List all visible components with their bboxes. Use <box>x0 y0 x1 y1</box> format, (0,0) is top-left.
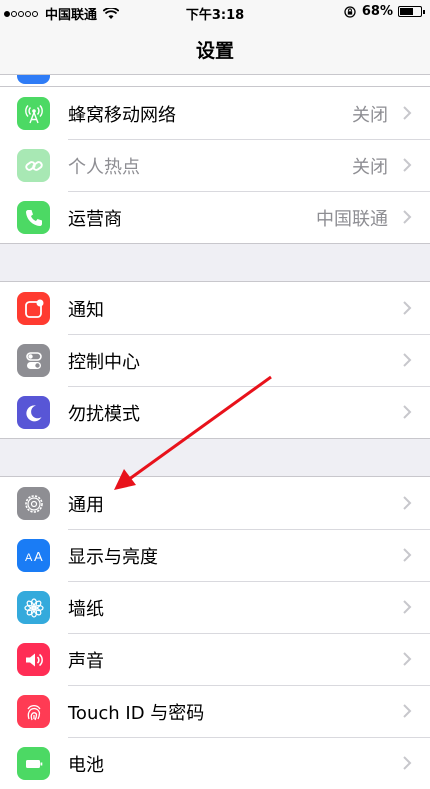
settings-row-carrier[interactable]: 运营商 中国联通 <box>0 191 430 243</box>
chevron-right-icon <box>403 496 412 510</box>
status-bar: 中国联通 下午3:18 68% <box>0 0 430 24</box>
settings-row-label: Touch ID 与密码 <box>68 703 205 724</box>
chevron-right-icon <box>403 405 412 419</box>
settings-row-notifications[interactable]: 通知 <box>0 282 430 334</box>
settings-row-value: 关闭 <box>352 157 388 178</box>
chevron-right-icon <box>403 210 412 224</box>
general-group: 通用 AA 显示与亮度 墙纸 声音 Touch ID 与密码 电池 <box>0 476 430 789</box>
settings-row-label: 通知 <box>68 300 104 321</box>
moon-icon <box>17 396 50 429</box>
settings-row-label: 电池 <box>68 755 104 776</box>
chevron-right-icon <box>403 106 412 120</box>
notification-icon <box>17 292 50 325</box>
settings-row-label: 显示与亮度 <box>68 547 158 568</box>
text-size-icon: AA <box>17 539 50 572</box>
settings-row-battery[interactable]: 电池 <box>0 737 430 789</box>
bluetooth-icon <box>17 75 50 84</box>
settings-row-hotspot[interactable]: 个人热点 关闭 <box>0 139 430 191</box>
network-group: 蜂窝移动网络 关闭 个人热点 关闭 运营商 中国联通 <box>0 86 430 244</box>
svg-text:A: A <box>25 552 33 564</box>
settings-row-label: 运营商 <box>68 209 122 230</box>
settings-row-value: 中国联通 <box>316 209 388 230</box>
flower-icon <box>17 591 50 624</box>
chevron-right-icon <box>403 652 412 666</box>
settings-row-touch-id[interactable]: Touch ID 与密码 <box>0 685 430 737</box>
battery-percent: 68% <box>361 4 393 19</box>
settings-row-control-center[interactable]: 控制中心 <box>0 334 430 386</box>
settings-row-general[interactable]: 通用 <box>0 477 430 529</box>
settings-row-label: 蜂窝移动网络 <box>68 105 176 126</box>
hotspot-chain-icon <box>17 149 50 182</box>
chevron-right-icon <box>403 704 412 718</box>
settings-row-label: 墙纸 <box>68 599 104 620</box>
chevron-right-icon <box>403 756 412 770</box>
settings-row-do-not-disturb[interactable]: 勿扰模式 <box>0 386 430 438</box>
gear-icon <box>17 487 50 520</box>
toggle-switches-icon <box>17 344 50 377</box>
fingerprint-icon <box>17 695 50 728</box>
svg-text:A: A <box>34 549 43 564</box>
settings-row-label: 勿扰模式 <box>68 404 140 425</box>
chevron-right-icon <box>403 548 412 562</box>
chevron-right-icon <box>403 301 412 315</box>
phone-icon <box>17 201 50 234</box>
settings-row-label: 个人热点 <box>68 157 140 178</box>
status-right: 68% <box>344 4 425 19</box>
settings-row-wallpaper[interactable]: 墙纸 <box>0 581 430 633</box>
battery-icon <box>17 747 50 780</box>
page-title: 设置 <box>195 40 234 62</box>
settings-row-label: 控制中心 <box>68 352 140 373</box>
settings-row-display-brightness[interactable]: AA 显示与亮度 <box>0 529 430 581</box>
rotation-lock-icon <box>344 5 356 18</box>
battery-status-icon <box>398 6 425 17</box>
speaker-icon <box>17 643 50 676</box>
chevron-right-icon <box>403 158 412 172</box>
notifications-group: 通知 控制中心 勿扰模式 <box>0 281 430 439</box>
chevron-right-icon <box>403 600 412 614</box>
navigation-bar: 设置 <box>0 24 430 75</box>
settings-row-label: 声音 <box>68 651 104 672</box>
settings-row-cellular[interactable]: 蜂窝移动网络 关闭 <box>0 87 430 139</box>
cellular-antenna-icon <box>17 97 50 130</box>
settings-row-value: 关闭 <box>352 105 388 126</box>
chevron-right-icon <box>403 353 412 367</box>
settings-row-sounds[interactable]: 声音 <box>0 633 430 685</box>
settings-row-label: 通用 <box>68 495 104 516</box>
